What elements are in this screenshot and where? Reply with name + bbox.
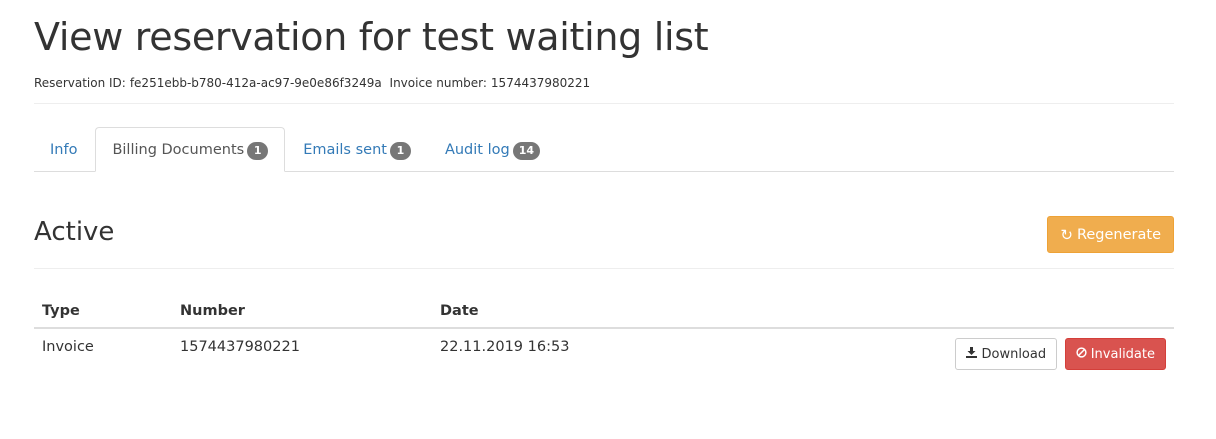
tab-bar: Info Billing Documents 1 Emails sent 1 A… bbox=[34, 126, 1174, 172]
column-header-number: Number bbox=[172, 295, 432, 329]
table-header-row: Type Number Date bbox=[34, 295, 1174, 329]
ban-icon bbox=[1076, 346, 1087, 362]
download-label: Download bbox=[981, 346, 1047, 362]
tab-label: Info bbox=[50, 142, 78, 158]
count-badge: 1 bbox=[247, 141, 269, 160]
cell-number: 1574437980221 bbox=[180, 339, 300, 355]
tab-audit-log[interactable]: Audit log 14 bbox=[429, 128, 556, 172]
page: View reservation for test waiting list R… bbox=[34, 0, 1174, 378]
invoice-number-value: 1574437980221 bbox=[490, 76, 591, 90]
tab-emails-sent[interactable]: Emails sent 1 bbox=[287, 128, 427, 172]
column-header-actions bbox=[722, 295, 1174, 329]
tab-label: Audit log bbox=[444, 142, 510, 158]
table-row: Invoice 1574437980221 22.11.2019 16:53 D… bbox=[34, 328, 1174, 378]
tab-label: Emails sent bbox=[303, 142, 387, 158]
tab-billing-documents[interactable]: Billing Documents 1 bbox=[95, 127, 286, 172]
count-badge: 14 bbox=[512, 142, 541, 160]
invalidate-label: Invalidate bbox=[1090, 346, 1155, 362]
reservation-meta: Reservation ID: fe251ebb-b780-412a-ac97-9… bbox=[34, 75, 1174, 91]
cell-actions: Download Invalidate bbox=[722, 328, 1174, 378]
refresh-icon: ↻ bbox=[1060, 225, 1073, 244]
header-divider bbox=[34, 103, 1174, 104]
reservation-id-value: fe251ebb-b780-412a-ac97-9e0e86f3249a bbox=[129, 76, 382, 90]
billing-documents-table: Type Number Date Invoice 1574437980221 2… bbox=[34, 295, 1174, 378]
invalidate-button[interactable]: Invalidate bbox=[1064, 338, 1166, 370]
cell-type: Invoice bbox=[42, 339, 94, 355]
active-section-header: Active ↻ Regenerate bbox=[34, 172, 1174, 269]
page-title: View reservation for test waiting list bbox=[34, 15, 709, 59]
section-title: Active bbox=[34, 217, 115, 247]
download-button[interactable]: Download bbox=[955, 338, 1058, 370]
tab-label: Billing Documents bbox=[112, 141, 245, 158]
reservation-id-label: Reservation ID: bbox=[34, 76, 126, 90]
tab-info[interactable]: Info bbox=[34, 128, 93, 172]
count-badge: 1 bbox=[389, 142, 411, 160]
regenerate-label: Regenerate bbox=[1076, 226, 1161, 243]
column-header-date: Date bbox=[432, 295, 723, 329]
download-icon bbox=[966, 346, 978, 362]
column-header-type: Type bbox=[34, 295, 172, 329]
cell-date: 22.11.2019 16:53 bbox=[440, 339, 570, 355]
regenerate-button[interactable]: ↻ Regenerate bbox=[1047, 216, 1174, 253]
invoice-number-label: Invoice number: bbox=[389, 76, 487, 90]
